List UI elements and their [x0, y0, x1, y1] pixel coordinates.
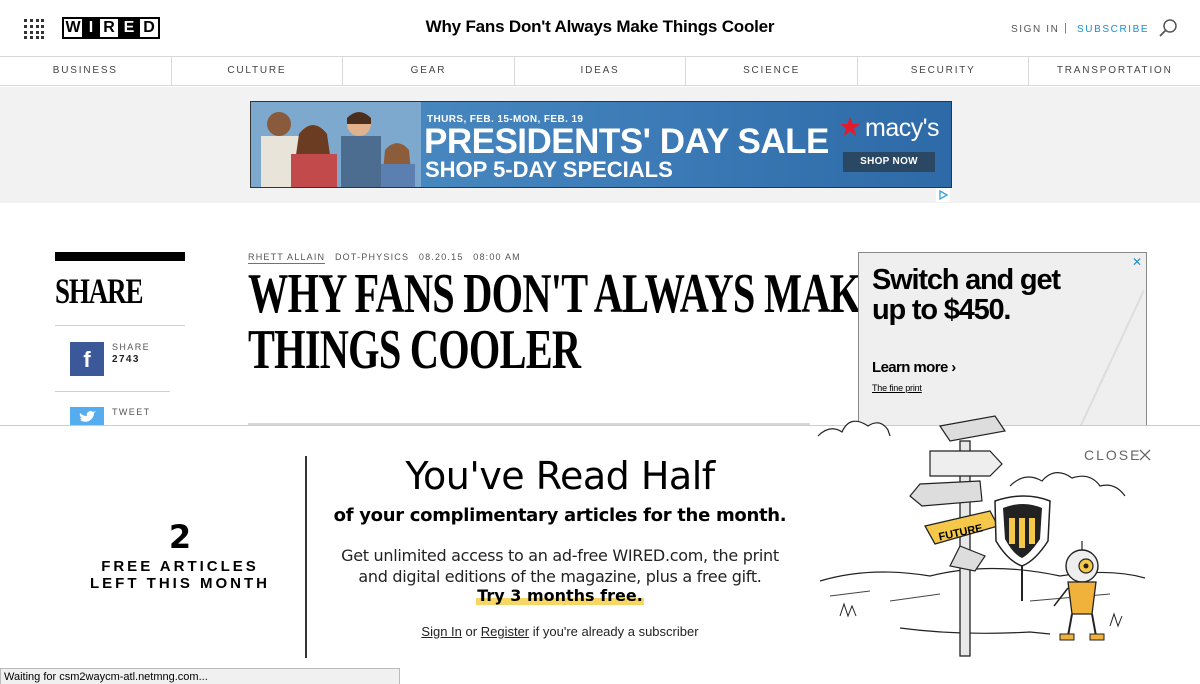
- logo-letter: R: [98, 17, 120, 39]
- twitter-icon[interactable]: [70, 407, 104, 427]
- byline: RHETT ALLAIN DOT-PHYSICS 08.20.15 08:00 …: [248, 252, 527, 264]
- headline-line: THINGS COOLER: [248, 319, 581, 381]
- search-icon[interactable]: [1158, 18, 1178, 38]
- logo-letter: D: [138, 17, 160, 39]
- nav-ideas[interactable]: IDEAS: [515, 57, 687, 85]
- free-articles-label: FREE ARTICLES LEFT THIS MONTH: [90, 558, 270, 592]
- divider: [55, 325, 185, 326]
- menu-grid-icon[interactable]: [24, 19, 44, 39]
- section-link[interactable]: DOT-PHYSICS: [335, 252, 409, 262]
- ad-headline: PRESIDENTS' DAY SALE: [424, 122, 829, 161]
- browser-status-bar: Waiting for csm2waycm-atl.netmng.com...: [0, 668, 400, 684]
- header-article-title: Why Fans Don't Always Make Things Cooler: [425, 17, 775, 36]
- free-articles-count: 2: [168, 518, 192, 556]
- ad-subline: SHOP 5-DAY SPECIALS: [425, 157, 673, 182]
- ad-shop-now-button[interactable]: SHOP NOW: [843, 152, 935, 172]
- nav-transportation[interactable]: TRANSPORTATION: [1029, 57, 1200, 85]
- section-nav: BUSINESS CULTURE GEAR IDEAS SCIENCE SECU…: [0, 57, 1200, 86]
- signpost-illustration: FUTURE: [817, 415, 1146, 657]
- paywall-signin-line: Sign In or Register if you're already a …: [310, 624, 810, 639]
- share-bar: [55, 252, 185, 261]
- ad-brand: macy's: [865, 114, 940, 142]
- nav-security[interactable]: SECURITY: [858, 57, 1030, 85]
- nav-science[interactable]: SCIENCE: [686, 57, 858, 85]
- paywall-title: You've Read Half: [405, 454, 715, 498]
- ad-close-icon[interactable]: ✕: [1132, 255, 1142, 269]
- facebook-icon[interactable]: f: [70, 342, 104, 376]
- overlay-divider: [305, 456, 307, 658]
- article-headline: WHY FANS DON'T ALWAYS MAKE THINGS COOLER: [248, 263, 887, 381]
- paywall-sign-in-link[interactable]: Sign In: [421, 624, 461, 639]
- adchoices-icon[interactable]: [936, 188, 950, 202]
- tweet-label[interactable]: TWEET: [112, 407, 151, 417]
- logo-letter: W: [62, 17, 84, 39]
- paywall-body: Get unlimited access to an ad-free WIRED…: [341, 546, 779, 586]
- paywall-register-link[interactable]: Register: [481, 624, 529, 639]
- nav-culture[interactable]: CULTURE: [172, 57, 344, 85]
- divider: [55, 391, 170, 392]
- logo-letter: E: [118, 17, 140, 39]
- learn-more-label: Learn more: [872, 359, 948, 376]
- side-ad-learn-more[interactable]: Learn more ›: [872, 359, 956, 376]
- header-separator: |: [1064, 22, 1067, 34]
- trial-link[interactable]: Try 3 months free.: [310, 586, 810, 605]
- paywall-overlay: 2 FREE ARTICLES LEFT THIS MONTH You've R…: [0, 415, 1200, 684]
- chevron-right-icon: ›: [951, 359, 956, 376]
- facebook-share-label[interactable]: SHARE: [112, 342, 150, 352]
- paywall-subtitle: of your complimentary articles for the m…: [333, 505, 787, 526]
- sign-in-link[interactable]: SIGN IN: [1011, 24, 1059, 35]
- or-text: or: [465, 624, 478, 639]
- subscriber-text: if you're already a subscriber: [532, 624, 699, 639]
- wired-logo[interactable]: W I R E D: [62, 17, 160, 39]
- ad-people-image: [251, 102, 421, 187]
- publish-time: 08:00 AM: [473, 252, 521, 262]
- share-heading: SHARE: [55, 271, 144, 311]
- banner-ad-area: THURS, FEB. 15-MON, FEB. 19 PRESIDENTS' …: [0, 87, 1200, 203]
- site-header: W I R E D Why Fans Don't Always Make Thi…: [0, 0, 1200, 57]
- headline-line: WHY FANS DON'T ALWAYS MAKE: [248, 263, 887, 325]
- side-ad-fine-print[interactable]: The fine print: [872, 383, 922, 393]
- nav-gear[interactable]: GEAR: [343, 57, 515, 85]
- trial-label: Try 3 months free.: [476, 586, 644, 605]
- subscribe-link[interactable]: SUBSCRIBE: [1077, 24, 1149, 35]
- nav-business[interactable]: BUSINESS: [0, 57, 172, 85]
- publish-date: 08.20.15: [418, 252, 464, 262]
- facebook-share-count: 2743: [112, 354, 140, 365]
- side-ad-headline: Switch and get up to $450.: [872, 264, 1061, 326]
- banner-ad[interactable]: THURS, FEB. 15-MON, FEB. 19 PRESIDENTS' …: [250, 101, 952, 188]
